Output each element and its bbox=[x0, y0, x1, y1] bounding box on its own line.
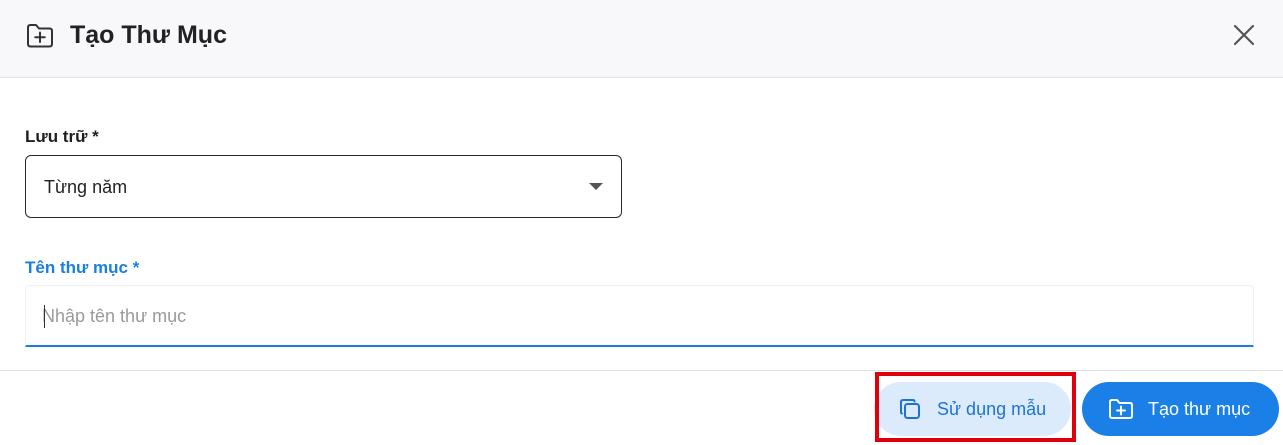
copy-icon bbox=[898, 397, 922, 421]
storage-label: Lưu trữ * bbox=[25, 127, 99, 146]
folder-name-input[interactable] bbox=[42, 303, 1232, 329]
close-icon[interactable] bbox=[1229, 20, 1259, 50]
dropdown-arrow-icon bbox=[589, 183, 603, 190]
create-folder-dialog: Tạo Thư Mục Lưu trữ * Từng năm Tên thư m… bbox=[0, 0, 1283, 445]
close-button[interactable] bbox=[1229, 20, 1259, 50]
storage-selected-value: Từng năm bbox=[44, 177, 128, 197]
dialog-title: Tạo Thư Mục bbox=[70, 21, 227, 49]
text-caret bbox=[44, 305, 45, 328]
create-folder-label: Tạo thư mục bbox=[1148, 399, 1251, 419]
folder-plus-icon bbox=[1108, 397, 1134, 421]
use-template-label: Sử dụng mẫu bbox=[937, 399, 1047, 419]
footer-divider bbox=[0, 370, 1283, 371]
storage-select[interactable]: Từng năm bbox=[25, 155, 622, 218]
dialog-header: Tạo Thư Mục bbox=[0, 0, 1283, 78]
use-template-button[interactable]: Sử dụng mẫu bbox=[874, 382, 1071, 436]
create-folder-button[interactable]: Tạo thư mục bbox=[1082, 382, 1279, 436]
folder-name-field[interactable] bbox=[25, 285, 1254, 347]
folder-name-label: Tên thư mục * bbox=[25, 258, 140, 277]
folder-plus-icon bbox=[25, 21, 55, 49]
